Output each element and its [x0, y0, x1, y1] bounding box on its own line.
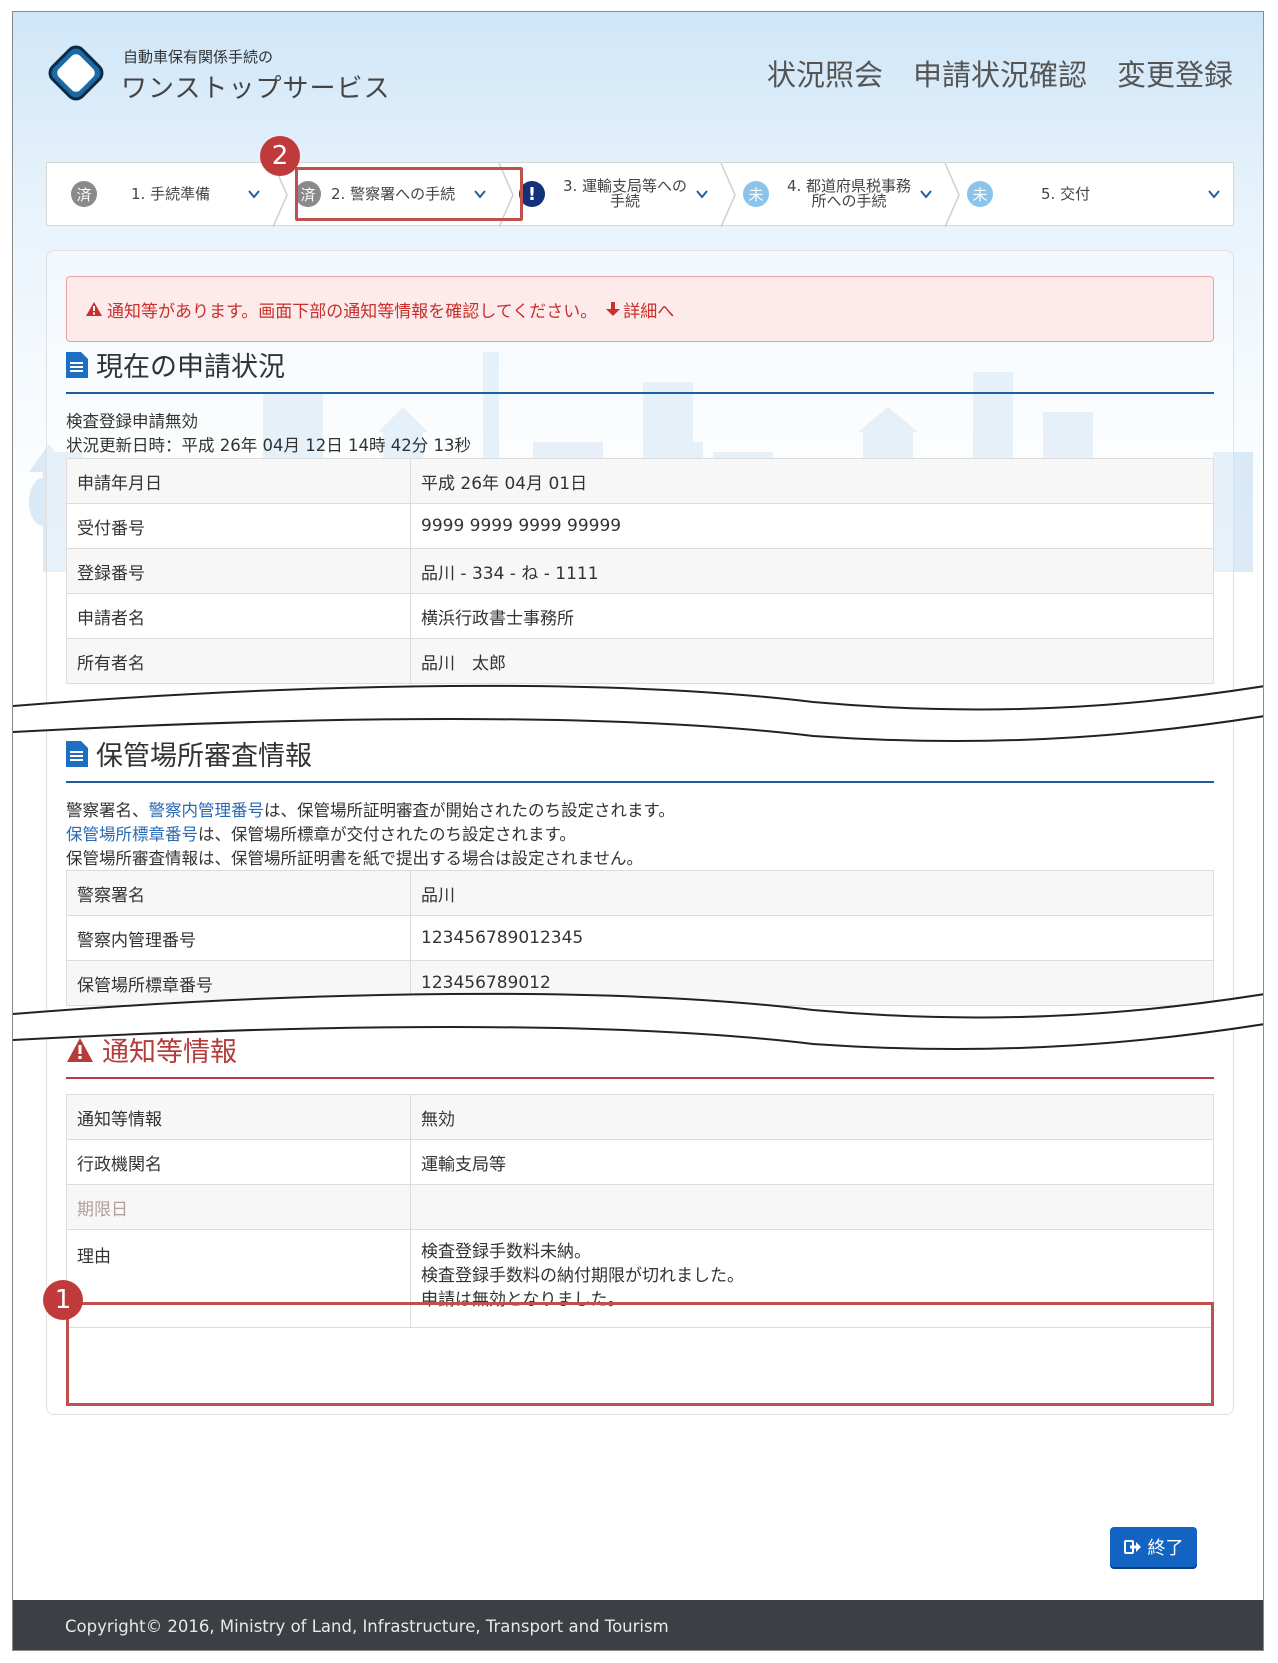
- row-label: 警察署名: [66, 870, 411, 916]
- warning-icon: [86, 302, 102, 316]
- step-label: 1. 手続準備: [131, 184, 211, 203]
- reason-line: 検査登録手数料未納。: [421, 1242, 591, 1262]
- notice-section-title: 通知等情報: [66, 1030, 1214, 1079]
- step-separator: [944, 163, 960, 227]
- alert-text: 通知等があります。画面下部の通知等情報を確認してください。: [107, 301, 598, 322]
- step-5[interactable]: 未 5. 交付: [967, 163, 1167, 225]
- note-text: 警察署名、: [66, 801, 149, 820]
- storage-note-3: 保管場所審査情報は、保管場所証明書を紙で提出する場合は設定されません。: [66, 849, 644, 868]
- top-nav: 状況照会 申請状況確認 変更登録: [767, 52, 1233, 94]
- row-label: 期限日: [66, 1184, 411, 1230]
- storage-notes: 警察署名、警察内管理番号は、保管場所証明審査が開始されたのち設定されます。 保管…: [66, 799, 675, 871]
- chevron-down-icon[interactable]: [1207, 187, 1221, 201]
- todo-badge: 未: [743, 181, 769, 207]
- section-heading: 保管場所審査情報: [96, 741, 312, 772]
- note-text: は、保管場所標章が交付されたのち設定されます。: [198, 825, 576, 844]
- note-term: 警察内管理番号: [148, 801, 265, 820]
- chevron-down-icon[interactable]: [695, 187, 709, 201]
- exit-label: 終了: [1147, 1538, 1184, 1559]
- page: 自動車保有関係手続の ワンストップサービス 状況照会 申請状況確認 変更登録 済…: [12, 11, 1264, 1651]
- row-label: 登録番号: [66, 548, 411, 594]
- nav-status-inquiry[interactable]: 状況照会: [767, 52, 883, 94]
- progress-steps: 済 1. 手続準備 済 2. 警察署への手続 ! 3. 運輸支局等への 手続 未…: [46, 162, 1234, 227]
- document-icon: [66, 351, 88, 378]
- reason-line: 検査登録手数料の納付期限が切れました。: [421, 1266, 744, 1286]
- nav-application-status[interactable]: 申請状況確認: [913, 52, 1087, 94]
- step-label: 5. 交付: [1041, 184, 1091, 203]
- step-3[interactable]: ! 3. 運輸支局等への 手続: [519, 163, 709, 225]
- step-separator: [720, 163, 736, 227]
- table-row: 警察内管理番号 123456789012345: [66, 915, 1214, 961]
- row-label: 警察内管理番号: [66, 915, 411, 961]
- row-label: 受付番号: [66, 503, 411, 549]
- exit-button[interactable]: 終了: [1110, 1527, 1197, 1567]
- row-value: [410, 1184, 1214, 1230]
- table-row: 警察署名 品川: [66, 870, 1214, 916]
- arrow-down-icon: [606, 302, 621, 316]
- row-label: 行政機関名: [66, 1139, 411, 1185]
- table-row: 期限日: [66, 1184, 1214, 1230]
- warning-icon: [67, 1037, 93, 1062]
- row-label: 通知等情報: [66, 1094, 411, 1140]
- row-value: 運輸支局等: [410, 1139, 1214, 1185]
- storage-note-2: 保管場所標章番号は、保管場所標章が交付されたのち設定されます。: [66, 823, 675, 847]
- row-value: 123456789012345: [410, 915, 1214, 961]
- copyright: Copyright© 2016, Ministry of Land, Infra…: [65, 1616, 669, 1636]
- notice-alert[interactable]: 通知等があります。画面下部の通知等情報を確認してください。 詳細へ: [66, 276, 1214, 342]
- section-heading: 現在の申請状況: [96, 352, 285, 383]
- highlight-step-2: [295, 167, 523, 221]
- logo-icon: [48, 45, 104, 101]
- callout-1: 1: [43, 1280, 83, 1320]
- row-value: 平成 26年 04月 01日: [410, 458, 1214, 504]
- row-value: 9999 9999 9999 99999: [410, 503, 1214, 549]
- logo-subtitle: 自動車保有関係手続の: [123, 48, 274, 66]
- section-heading: 通知等情報: [102, 1037, 237, 1068]
- highlight-reason: [66, 1302, 1214, 1406]
- footer: Copyright© 2016, Ministry of Land, Infra…: [13, 1600, 1263, 1650]
- chevron-down-icon[interactable]: [919, 187, 933, 201]
- status-text: 検査登録申請無効: [66, 412, 198, 431]
- table-row: 受付番号 9999 9999 9999 99999: [66, 503, 1214, 549]
- nav-change-registration[interactable]: 変更登録: [1117, 52, 1233, 94]
- note-term: 保管場所標章番号: [66, 825, 198, 844]
- step-label: 4. 都道府県税事務 所への手続: [786, 177, 912, 210]
- note-text: は、保管場所証明審査が開始されたのち設定されます。: [264, 801, 675, 820]
- alert-detail-link[interactable]: 詳細へ: [623, 297, 674, 322]
- table-row: 通知等情報 無効: [66, 1094, 1214, 1140]
- row-label: 申請者名: [66, 593, 411, 639]
- row-value: 品川: [410, 870, 1214, 916]
- sign-out-icon: [1123, 1540, 1141, 1554]
- logo-title: ワンストップサービス: [121, 74, 391, 104]
- storage-section-title: 保管場所審査情報: [66, 734, 1214, 783]
- table-row: 申請年月日 平成 26年 04月 01日: [66, 458, 1214, 504]
- document-icon: [66, 740, 88, 767]
- table-row: 行政機関名 運輸支局等: [66, 1139, 1214, 1185]
- row-label: 申請年月日: [66, 458, 411, 504]
- callout-2: 2: [260, 136, 300, 176]
- notice-table: 通知等情報 無効 行政機関名 運輸支局等 期限日 理由 検査登録手数料未納。 検査登…: [66, 1094, 1214, 1328]
- status-info: 検査登録申請無効 状況更新日時：平成 26年 04月 12日 14時 42分 1…: [66, 410, 471, 458]
- row-value: 無効: [410, 1094, 1214, 1140]
- chevron-down-icon[interactable]: [247, 187, 261, 201]
- status-updated: 状況更新日時：平成 26年 04月 12日 14時 42分 13秒: [66, 436, 471, 455]
- status-table: 申請年月日 平成 26年 04月 01日 受付番号 9999 9999 9999 9…: [66, 458, 1214, 684]
- done-badge: 済: [71, 181, 97, 207]
- status-section-title: 現在の申請状況: [66, 345, 1214, 394]
- step-label: 3. 運輸支局等への 手続: [562, 177, 688, 210]
- row-value: 横浜行政書士事務所: [410, 593, 1214, 639]
- table-row: 申請者名 横浜行政書士事務所: [66, 593, 1214, 639]
- todo-badge: 未: [967, 181, 993, 207]
- row-value: 品川 - 334 - ね - 1111: [410, 548, 1214, 594]
- storage-note-1: 警察署名、警察内管理番号は、保管場所証明審査が開始されたのち設定されます。: [66, 799, 675, 823]
- step-4[interactable]: 未 4. 都道府県税事務 所への手続: [743, 163, 933, 225]
- table-row: 登録番号 品川 - 334 - ね - 1111: [66, 548, 1214, 594]
